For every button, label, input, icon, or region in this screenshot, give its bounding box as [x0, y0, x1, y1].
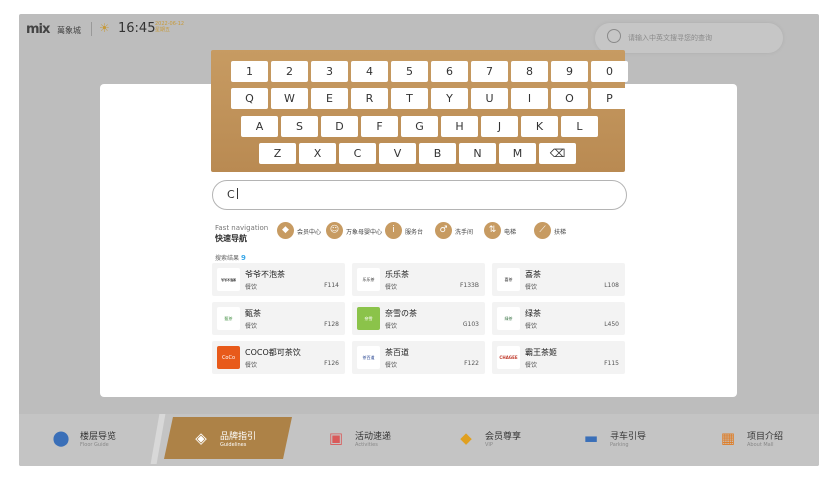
virtual-keyboard: 1 2 3 4 5 6 7 8 9 0 Q W E R T Y U I O P A S D F G H J K L Z X C V B N M ⌫ — [211, 50, 628, 172]
nav-parking[interactable]: ▬ 寻车引导 Parking — [554, 417, 682, 459]
fast-nav-label-en: Fast navigation — [215, 224, 269, 232]
brand-logo: CHAGEE — [497, 346, 520, 369]
key-j[interactable]: J — [481, 116, 518, 137]
brand-logo: 爷爷不泡茶 — [217, 268, 240, 291]
key-1[interactable]: 1 — [231, 61, 268, 82]
key-g[interactable]: G — [401, 116, 438, 137]
key-x[interactable]: X — [299, 143, 336, 164]
key-7[interactable]: 7 — [471, 61, 508, 82]
key-8[interactable]: 8 — [511, 61, 548, 82]
result-card[interactable]: 奈雪 奈雪の茶 餐饮 G103 — [352, 302, 485, 335]
key-3[interactable]: 3 — [311, 61, 348, 82]
mall-logo-sub: 萬象城 — [57, 26, 81, 35]
result-card[interactable]: 甄茶 甄茶 餐饮 F128 — [212, 302, 345, 335]
key-q[interactable]: Q — [231, 88, 268, 109]
brand-logo: 甄茶 — [217, 307, 240, 330]
key-y[interactable]: Y — [431, 88, 468, 109]
header-search[interactable]: 请输入中英文搜寻您的查询 — [595, 23, 783, 53]
key-d[interactable]: D — [321, 116, 358, 137]
key-a[interactable]: A — [241, 116, 278, 137]
key-s[interactable]: S — [281, 116, 318, 137]
result-card[interactable]: 茶百道 茶百道 餐饮 F122 — [352, 341, 485, 374]
key-o[interactable]: O — [551, 88, 588, 109]
key-6[interactable]: 6 — [431, 61, 468, 82]
mall-logo: mix — [26, 22, 50, 37]
tag-icon: ◈ — [195, 429, 207, 447]
key-2[interactable]: 2 — [271, 61, 308, 82]
diamond-icon: ◆ — [460, 429, 472, 447]
fast-nav-label-cn: 快速导航 — [215, 234, 247, 243]
key-e[interactable]: E — [311, 88, 348, 109]
key-0[interactable]: 0 — [591, 61, 628, 82]
results-count: 9 — [241, 254, 246, 262]
key-v[interactable]: V — [379, 143, 416, 164]
key-n[interactable]: N — [459, 143, 496, 164]
result-card[interactable]: CHAGEE 霸王茶姬 餐饮 F115 — [492, 341, 625, 374]
nav-about[interactable]: ▦ 项目介绍 About Mall — [691, 417, 819, 459]
key-t[interactable]: T — [391, 88, 428, 109]
search-placeholder: 请输入中英文搜寻您的查询 — [628, 34, 712, 42]
gift-icon: ▣ — [328, 429, 344, 447]
header-divider — [91, 22, 92, 36]
key-f[interactable]: F — [361, 116, 398, 137]
escalator-icon: ⟋ — [534, 222, 551, 239]
brand-logo: 绿茶 — [497, 307, 520, 330]
key-i[interactable]: I — [511, 88, 548, 109]
bottom-nav: ⬤ 楼层导览 Floor Guide ◈ 品牌指引 Guidelines ▣ 活… — [19, 414, 819, 466]
brand-logo: 喜茶 — [497, 268, 520, 291]
grid-icon: ▦ — [720, 429, 736, 447]
key-4[interactable]: 4 — [351, 61, 388, 82]
key-r[interactable]: R — [351, 88, 388, 109]
key-h[interactable]: H — [441, 116, 478, 137]
elevator-icon: ⇅ — [484, 222, 501, 239]
baby-icon: ☺ — [326, 222, 343, 239]
results-label: 搜索结果 9 — [215, 254, 246, 262]
key-z[interactable]: Z — [259, 143, 296, 164]
info-icon: i — [385, 222, 402, 239]
restroom-icon: ♂ — [435, 222, 452, 239]
nav-vip[interactable]: ◆ 会员尊享 VIP — [429, 417, 557, 459]
key-b[interactable]: B — [419, 143, 456, 164]
search-icon — [607, 29, 621, 43]
brand-logo: 茶百道 — [357, 346, 380, 369]
brand-logo: CoCo — [217, 346, 240, 369]
key-5[interactable]: 5 — [391, 61, 428, 82]
key-w[interactable]: W — [271, 88, 308, 109]
key-k[interactable]: K — [521, 116, 558, 137]
nav-activities[interactable]: ▣ 活动速递 Activities — [299, 417, 427, 459]
kiosk-screen: mix 萬象城 ☀ 16:45 2022-06-12 星期五 请输入中英文搜寻您… — [19, 14, 819, 466]
key-9[interactable]: 9 — [551, 61, 588, 82]
key-c[interactable]: C — [339, 143, 376, 164]
result-card[interactable]: CoCo COCO都可茶饮 餐饮 F126 — [212, 341, 345, 374]
key-m[interactable]: M — [499, 143, 536, 164]
brand-logo: 乐乐茶 — [357, 268, 380, 291]
nav-floor-guide[interactable]: ⬤ 楼层导览 Floor Guide — [24, 417, 152, 459]
key-l[interactable]: L — [561, 116, 598, 137]
nav-brand-guide[interactable]: ◈ 品牌指引 Guidelines — [164, 417, 292, 459]
backspace-key[interactable]: ⌫ — [539, 143, 576, 164]
location-pin-icon: ⬤ — [52, 429, 70, 447]
key-u[interactable]: U — [471, 88, 508, 109]
nav-divider — [150, 414, 166, 464]
search-input[interactable]: C — [212, 180, 627, 210]
clock-date: 2022-06-12 星期五 — [155, 21, 185, 33]
result-card[interactable]: 绿茶 绿茶 餐饮 L450 — [492, 302, 625, 335]
car-icon: ▬ — [583, 429, 599, 447]
result-card[interactable]: 乐乐茶 乐乐茶 餐饮 F133B — [352, 263, 485, 296]
result-card[interactable]: 喜茶 喜茶 餐饮 L108 — [492, 263, 625, 296]
weather-sun-icon: ☀ — [99, 21, 110, 35]
text-caret — [236, 188, 238, 199]
clock-time: 16:45 — [118, 21, 156, 36]
diamond-icon: ◆ — [277, 222, 294, 239]
key-p[interactable]: P — [591, 88, 628, 109]
result-card[interactable]: 爷爷不泡茶 爷爷不泡茶 餐饮 F114 — [212, 263, 345, 296]
brand-logo: 奈雪 — [357, 307, 380, 330]
